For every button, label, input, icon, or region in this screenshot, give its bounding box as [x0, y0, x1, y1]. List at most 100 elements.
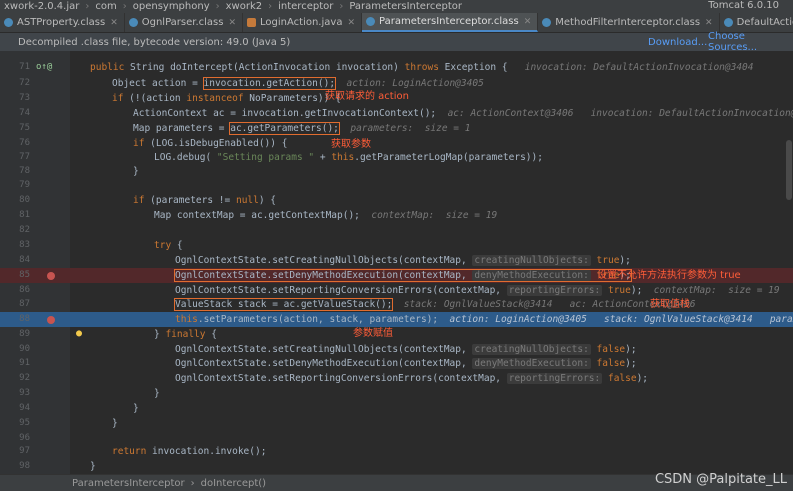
annotation-get-stack: 获取值栈: [650, 299, 690, 310]
download-sources-link[interactable]: Download...: [648, 37, 707, 48]
banner-message: Decompiled .class file, bytecode version…: [18, 36, 291, 48]
tab-astproperty[interactable]: ASTProperty.class ✕: [0, 13, 125, 32]
line-number: 91: [19, 358, 30, 368]
override-marker-icon[interactable]: o↑@: [36, 60, 52, 75]
line-number: 85: [19, 270, 30, 280]
watermark: CSDN @Palpitate_LL: [654, 472, 787, 487]
get-parameters-highlight: ac.getParameters();: [229, 122, 340, 135]
annotation-get-params: 获取参数: [331, 139, 371, 150]
annotation-deny-method: 设置不允许方法执行参数为 true: [597, 270, 741, 281]
navigation-breadcrumb: xwork-2.0.4.jar › com › opensymphony › xwor…: [0, 0, 793, 13]
status-separator: ›: [190, 477, 195, 489]
line-number: 93: [19, 388, 30, 398]
line-number: 94: [19, 403, 30, 413]
code-line-89: 89 ● } finally {: [0, 327, 793, 342]
line-number: 74: [19, 108, 30, 118]
line-number: 84: [19, 255, 30, 265]
code-line-97: 97 return invocation.invoke();: [0, 444, 793, 459]
line-number: 90: [19, 344, 30, 354]
class-file-icon: [366, 17, 375, 26]
status-class-name[interactable]: ParametersInterceptor: [0, 478, 185, 489]
run-config-selector[interactable]: Tomcat 6.0.10: [700, 0, 787, 11]
code-line-80: 80 if (parameters != null) {: [0, 193, 793, 208]
get-value-stack-highlight: ValueStack stack = ac.getValueStack();: [173, 298, 394, 311]
line-number: 83: [19, 240, 30, 250]
tab-label: DefaultActionInvocation.class: [736, 17, 793, 28]
annotation-get-action: 获取请求的 action: [325, 91, 409, 102]
breadcrumb-separator: ›: [339, 1, 344, 12]
breadcrumb-separator: ›: [215, 1, 220, 12]
code-line-76: 76 if (LOG.isDebugEnabled()) {: [0, 136, 793, 151]
line-number: 72: [19, 78, 30, 88]
choose-sources-link[interactable]: Choose Sources...: [708, 31, 793, 53]
breadcrumb-jar[interactable]: xwork-2.0.4.jar: [0, 1, 83, 12]
code-line-81: 81 Map contextMap = ac.getContextMap(); …: [0, 208, 793, 223]
breakpoint-icon[interactable]: [47, 272, 55, 280]
line-number: 77: [19, 152, 30, 162]
class-file-icon: [723, 18, 733, 27]
breadcrumb-com[interactable]: com: [91, 1, 120, 12]
lightbulb-icon[interactable]: ●: [76, 329, 82, 339]
annotation-assign-params: 参数赋值: [353, 328, 393, 339]
code-line-79: 79: [0, 178, 793, 193]
code-line-86: 86 OgnlContextState.setReportingConversi…: [0, 283, 793, 298]
code-line-92: 92 OgnlContextState.setReportingConversi…: [0, 371, 793, 386]
code-line-91: 91 OgnlContextState.setDenyMethodExecuti…: [0, 356, 793, 371]
close-icon[interactable]: ✕: [524, 17, 532, 27]
line-number: 81: [19, 210, 30, 220]
code-line-94: 94 }: [0, 401, 793, 416]
code-line-74: 74 ActionContext ac = invocation.getInvo…: [0, 106, 793, 121]
breadcrumb-class[interactable]: ParametersInterceptor: [345, 1, 466, 12]
breakpoint-icon[interactable]: [47, 316, 55, 324]
close-icon[interactable]: ✕: [347, 18, 355, 28]
close-icon[interactable]: ✕: [705, 18, 713, 28]
breadcrumb-separator: ›: [85, 1, 90, 12]
line-number: 79: [19, 180, 30, 190]
class-file-icon: [542, 18, 552, 27]
line-number: 98: [19, 461, 30, 471]
class-file-icon: [128, 18, 138, 27]
code-lines: 71 o↑@ public String doIntercept(ActionI…: [0, 51, 793, 474]
tab-ognlparser[interactable]: OgnlParser.class ✕: [125, 13, 244, 32]
line-number: 87: [19, 299, 30, 309]
tab-parametersinterceptor[interactable]: ParametersInterceptor.class ✕: [362, 13, 539, 32]
tab-label: ParametersInterceptor.class: [379, 16, 519, 27]
line-number: 88: [19, 314, 30, 324]
code-line-88-current: 88 this.setParameters(action, stack, par…: [0, 312, 793, 327]
line-number: 73: [19, 93, 30, 103]
tab-loginaction[interactable]: LoginAction.java ✕: [243, 13, 362, 32]
decompiled-banner: Decompiled .class file, bytecode version…: [0, 31, 793, 53]
status-method-name[interactable]: doIntercept(): [195, 478, 266, 489]
close-icon[interactable]: ✕: [110, 18, 118, 28]
code-line-82: 82: [0, 223, 793, 238]
line-number: 71: [19, 62, 30, 72]
breadcrumb-opensymphony[interactable]: opensymphony: [129, 1, 214, 12]
code-line-77: 77 LOG.debug( "Setting params " + this.g…: [0, 150, 793, 165]
line-number: 97: [19, 446, 30, 456]
code-line-95: 95 }: [0, 416, 793, 431]
run-config-label: Tomcat 6.0.10: [708, 0, 779, 11]
breadcrumb-interceptor[interactable]: interceptor: [274, 1, 337, 12]
deny-method-highlight: OgnlContextState.setDenyMethodExecution(…: [174, 269, 632, 282]
tab-label: MethodFilterInterceptor.class: [555, 17, 701, 28]
vertical-scrollbar[interactable]: [786, 140, 792, 200]
line-number: 86: [19, 285, 30, 295]
code-line-78: 78 }: [0, 164, 793, 179]
code-line-90: 90 OgnlContextState.setCreatingNullObjec…: [0, 342, 793, 357]
line-number: 75: [19, 123, 30, 133]
tab-defaultactioninvocation[interactable]: DefaultActionInvocation.class✕: [720, 13, 793, 32]
breadcrumb-xwork2[interactable]: xwork2: [222, 1, 266, 12]
breadcrumb-separator: ›: [122, 1, 127, 12]
code-line-83: 83 try {: [0, 238, 793, 253]
close-icon[interactable]: ✕: [228, 18, 236, 28]
line-number: 82: [19, 225, 30, 235]
line-number: 78: [19, 166, 30, 176]
editor-tabs: ASTProperty.class ✕ OgnlParser.class ✕ Log…: [0, 13, 793, 33]
java-file-icon: [247, 18, 257, 27]
tab-methodfilterinterceptor[interactable]: MethodFilterInterceptor.class ✕: [538, 13, 720, 32]
code-line-71: 71 o↑@ public String doIntercept(ActionI…: [0, 60, 793, 75]
line-number: 80: [19, 195, 30, 205]
get-action-highlight: invocation.getAction();: [202, 77, 337, 90]
tab-label: LoginAction.java: [260, 17, 343, 28]
line-number: 92: [19, 373, 30, 383]
